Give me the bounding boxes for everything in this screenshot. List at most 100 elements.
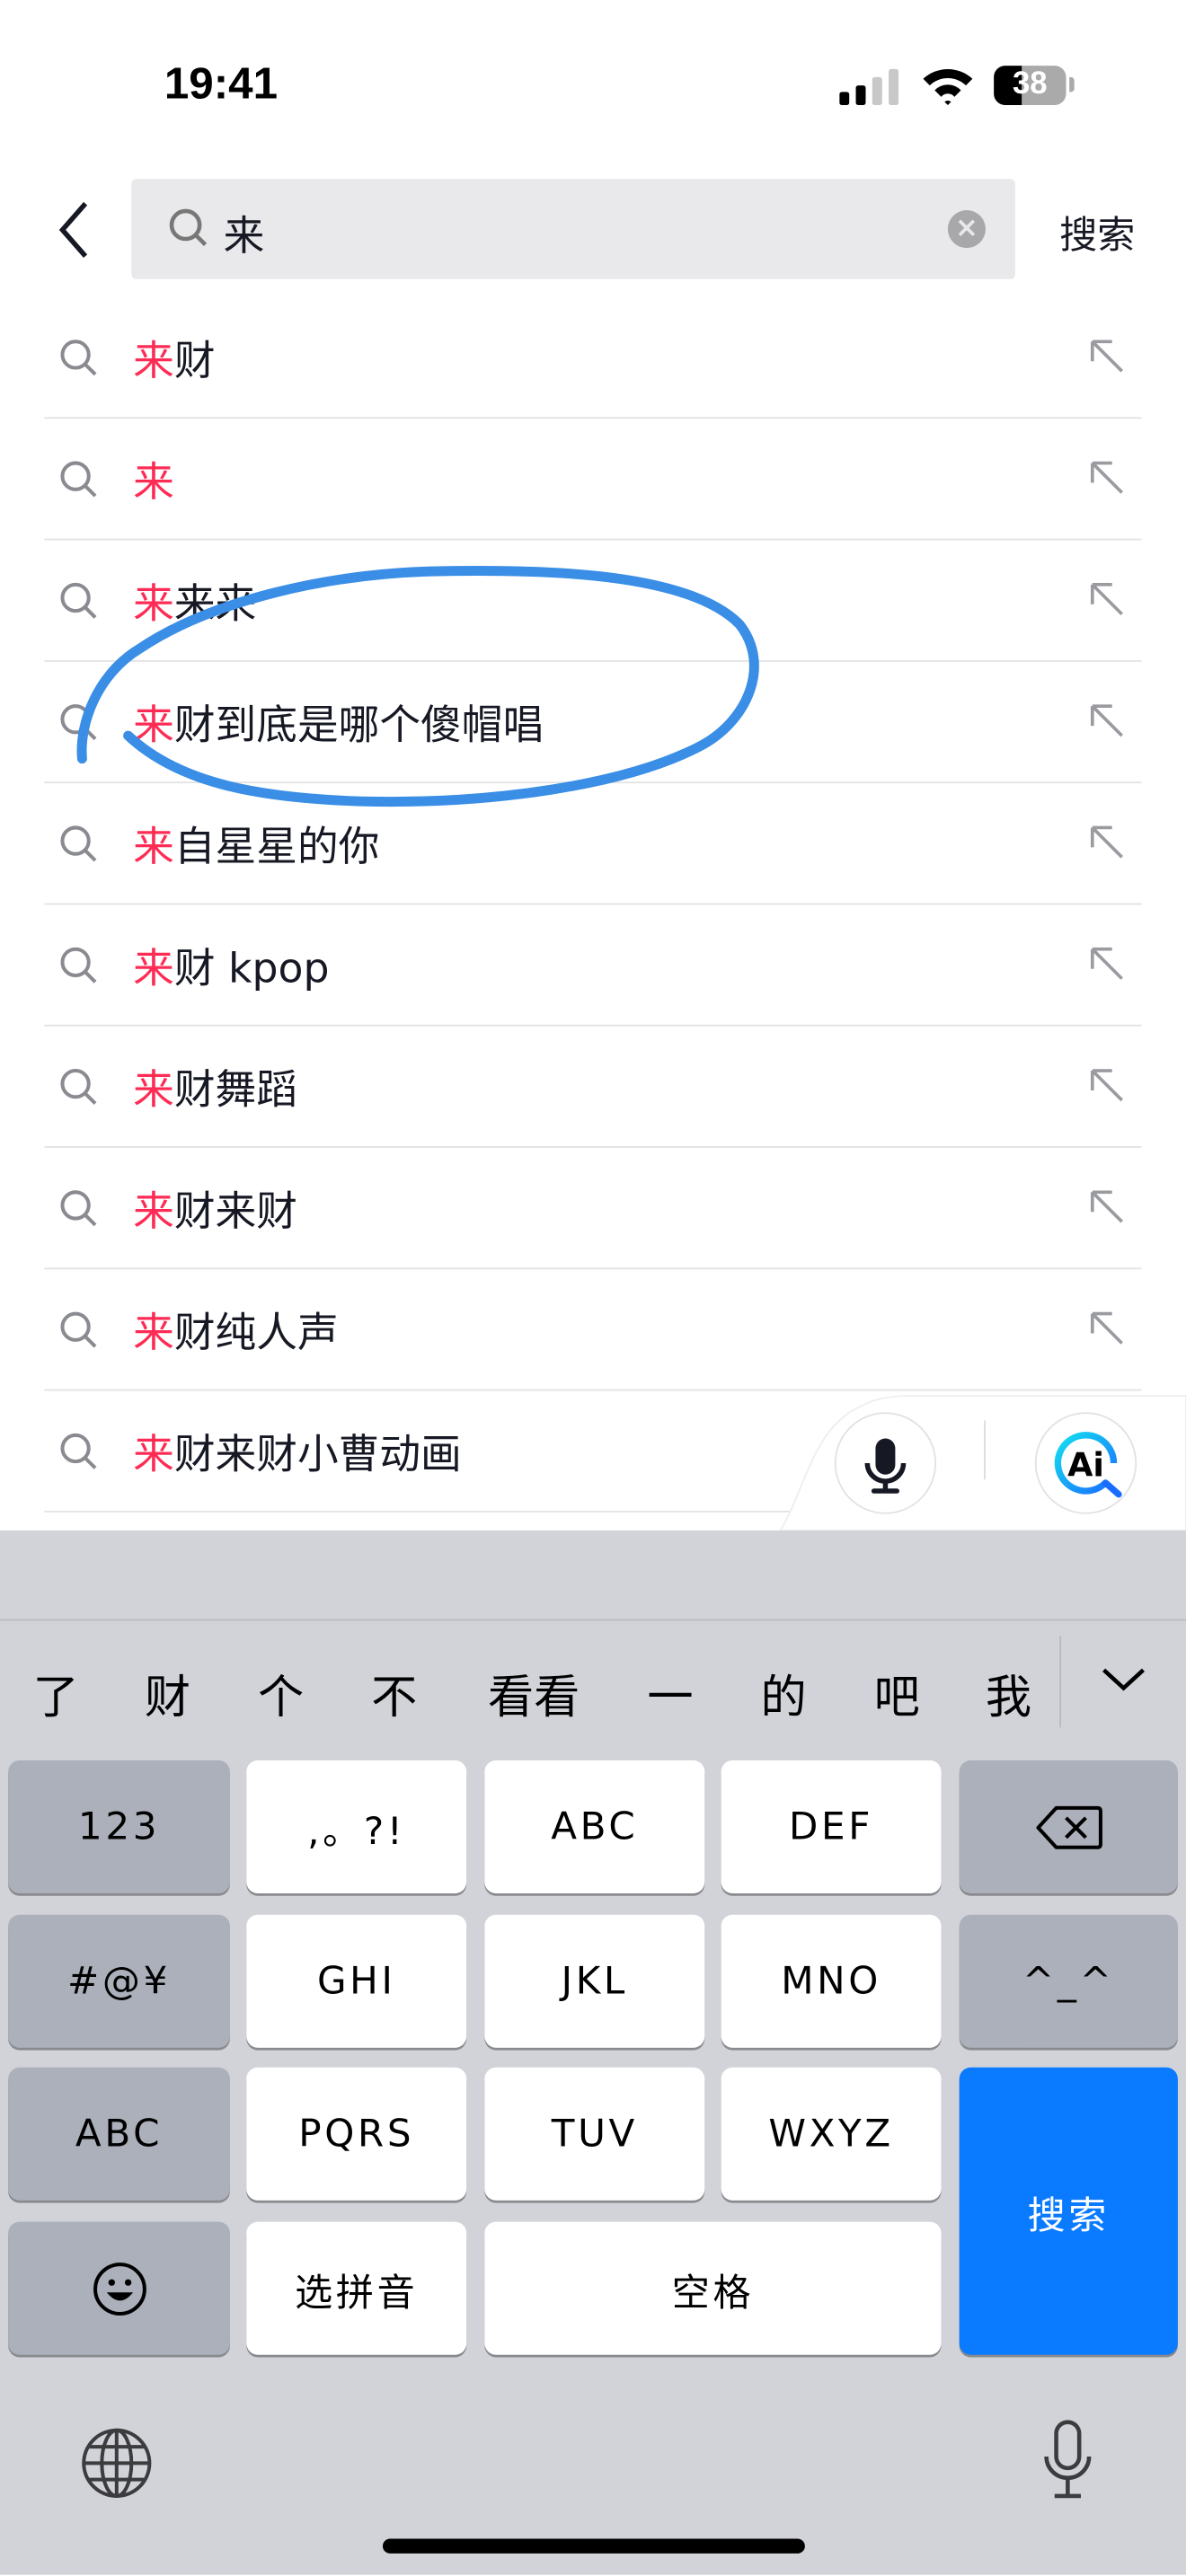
suggestion-text: 来财来财	[133, 1179, 297, 1239]
suggestion-item[interactable]: 来自星星的你	[44, 781, 1142, 905]
key-emoticon[interactable]: ^_^	[959, 1914, 1178, 2048]
suggestion-text: 来	[133, 450, 174, 509]
search-icon	[60, 1190, 97, 1227]
status-time: 19:41	[164, 58, 279, 109]
suggestion-text: 来财 kpop	[133, 936, 329, 995]
candidate-word[interactable]: 吧	[874, 1662, 920, 1727]
ai-search-icon: Ai	[1054, 1432, 1122, 1498]
search-icon	[60, 1433, 97, 1469]
candidate-word[interactable]: 的	[760, 1662, 806, 1727]
voice-search-button[interactable]	[834, 1412, 937, 1514]
suggestion-highlight: 来	[133, 1309, 174, 1357]
search-icon	[60, 704, 97, 741]
search-icon	[60, 340, 97, 376]
suggestion-item[interactable]: 来财	[44, 296, 1142, 419]
suggestion-item[interactable]: 来财舞蹈	[44, 1025, 1142, 1148]
candidate-word[interactable]: 看看	[488, 1662, 580, 1727]
key-123[interactable]: 123	[8, 1760, 230, 1893]
suggestion-item[interactable]: 来财来财	[44, 1146, 1142, 1270]
chevron-left-icon[interactable]	[49, 197, 99, 262]
key-search[interactable]: 搜索	[959, 2067, 1178, 2355]
key-jkl[interactable]: JKL	[484, 1914, 705, 2048]
search-icon	[60, 1069, 97, 1106]
keyboard: 了财个不看看一的吧我 123 ,。?! ABC DEF #@¥ GHI JKL …	[0, 1530, 1186, 2575]
candidate-word[interactable]: 了	[33, 1662, 79, 1727]
divider	[1059, 1635, 1062, 1728]
space-key[interactable]: 空格	[484, 2221, 942, 2355]
suggestion-highlight: 来	[133, 822, 174, 870]
battery-level: 38	[1012, 66, 1048, 102]
suggestion-rest: 自星星的你	[173, 822, 380, 870]
suggestion-item[interactable]: 来财纯人声	[44, 1267, 1142, 1391]
clear-icon[interactable]: ×	[947, 210, 986, 249]
fill-query-arrow-icon[interactable]	[1085, 1064, 1128, 1107]
chevron-down-icon[interactable]	[1097, 1662, 1150, 1698]
suggestion-highlight: 来	[133, 579, 174, 628]
suggestion-rest: 财到底是哪个傻帽唱	[173, 701, 544, 749]
divider	[984, 1420, 986, 1480]
delete-key[interactable]	[959, 1760, 1178, 1893]
suggestion-rest: 财 kpop	[173, 944, 330, 992]
suggestion-item[interactable]: 来财到底是哪个傻帽唱	[44, 660, 1142, 784]
key-tuv[interactable]: TUV	[484, 2067, 705, 2201]
candidate-word[interactable]: 个	[258, 1662, 304, 1727]
key-def[interactable]: DEF	[721, 1760, 942, 1893]
suggestion-highlight: 来	[133, 336, 174, 384]
suggestion-item[interactable]: 来	[44, 417, 1142, 541]
key-pqrs[interactable]: PQRS	[246, 2067, 467, 2201]
search-icon	[60, 461, 97, 498]
suggestion-text: 来财到底是哪个傻帽唱	[133, 693, 544, 753]
fill-query-arrow-icon[interactable]	[1085, 335, 1128, 378]
suggestion-highlight: 来	[133, 1430, 174, 1478]
fill-query-arrow-icon[interactable]	[1085, 578, 1128, 622]
ai-label: Ai	[1067, 1446, 1104, 1485]
dictation-microphone-icon[interactable]	[1038, 2417, 1097, 2502]
home-indicator	[382, 2538, 805, 2554]
cellular-signal-icon	[839, 68, 899, 106]
search-value[interactable]: 来	[224, 204, 265, 263]
suggestion-rest: 财来财	[173, 1187, 297, 1235]
battery-indicator: 38	[994, 66, 1067, 106]
suggestion-text: 来自星星的你	[133, 815, 379, 874]
candidate-word[interactable]: 一	[647, 1662, 693, 1727]
candidate-divider	[0, 1619, 1186, 1621]
fill-query-arrow-icon[interactable]	[1085, 821, 1128, 864]
search-icon	[169, 208, 208, 247]
search-icon	[60, 582, 97, 619]
suggestion-rest: 财	[173, 336, 216, 384]
key-pinyin[interactable]: 选拼音	[246, 2221, 467, 2355]
suggestion-highlight: 来	[133, 944, 174, 992]
globe-icon[interactable]	[79, 2425, 155, 2501]
candidate-word[interactable]: 我	[986, 1662, 1031, 1727]
search-icon	[60, 1311, 97, 1348]
suggestion-item[interactable]: 来财 kpop	[44, 904, 1142, 1027]
key-abc-mode[interactable]: ABC	[8, 2067, 230, 2201]
search-input[interactable]: 来 ×	[131, 179, 1015, 279]
key-punctuation[interactable]: ,。?!	[246, 1760, 467, 1893]
suggestion-highlight: 来	[133, 701, 174, 749]
fill-query-arrow-icon[interactable]	[1085, 1307, 1128, 1350]
key-symbols[interactable]: #@¥	[8, 1914, 230, 2048]
key-wxyz[interactable]: WXYZ	[721, 2067, 942, 2201]
suggestion-text: 来来来	[133, 571, 256, 631]
key-abc[interactable]: ABC	[484, 1760, 705, 1893]
candidate-word[interactable]: 财	[145, 1662, 190, 1727]
emoji-key[interactable]	[8, 2221, 230, 2355]
key-ghi[interactable]: GHI	[246, 1914, 467, 2048]
fill-query-arrow-icon[interactable]	[1085, 700, 1128, 743]
candidate-word[interactable]: 不	[371, 1662, 417, 1727]
suggestion-item[interactable]: 来来来	[44, 539, 1142, 662]
suggestion-text: 来财	[133, 329, 215, 388]
suggestion-highlight: 来	[133, 1187, 174, 1235]
fill-query-arrow-icon[interactable]	[1085, 1186, 1128, 1229]
fill-query-arrow-icon[interactable]	[1085, 456, 1128, 499]
search-submit-button[interactable]: 搜索	[1059, 204, 1135, 260]
microphone-icon	[864, 1438, 907, 1494]
suggestion-text: 来财纯人声	[133, 1301, 339, 1360]
key-mno[interactable]: MNO	[721, 1914, 942, 2048]
ai-search-button[interactable]: Ai	[1034, 1412, 1137, 1514]
fill-query-arrow-icon[interactable]	[1085, 942, 1128, 985]
search-icon	[60, 825, 97, 862]
suggestion-rest: 财舞蹈	[173, 1065, 297, 1114]
floating-action-panel: Ai	[780, 1392, 1186, 1531]
